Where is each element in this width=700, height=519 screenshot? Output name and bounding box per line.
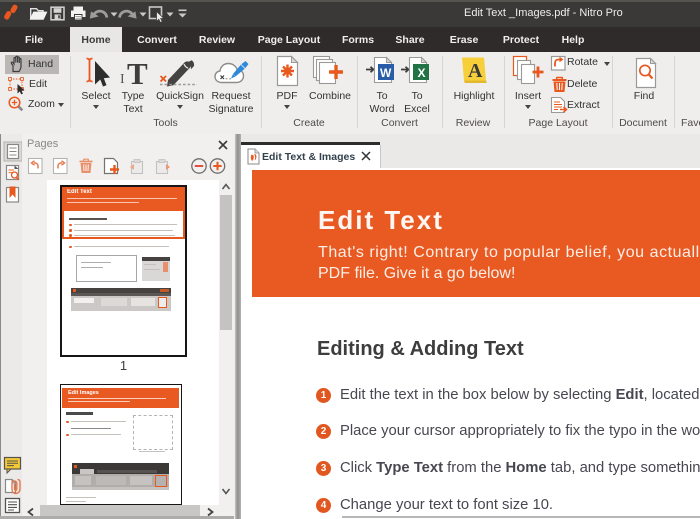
svg-text:A: A <box>468 60 483 82</box>
svg-text:W: W <box>380 66 392 80</box>
svg-text:T: T <box>127 56 148 91</box>
svg-text:X: X <box>418 66 426 80</box>
svg-text:I: I <box>120 72 125 87</box>
